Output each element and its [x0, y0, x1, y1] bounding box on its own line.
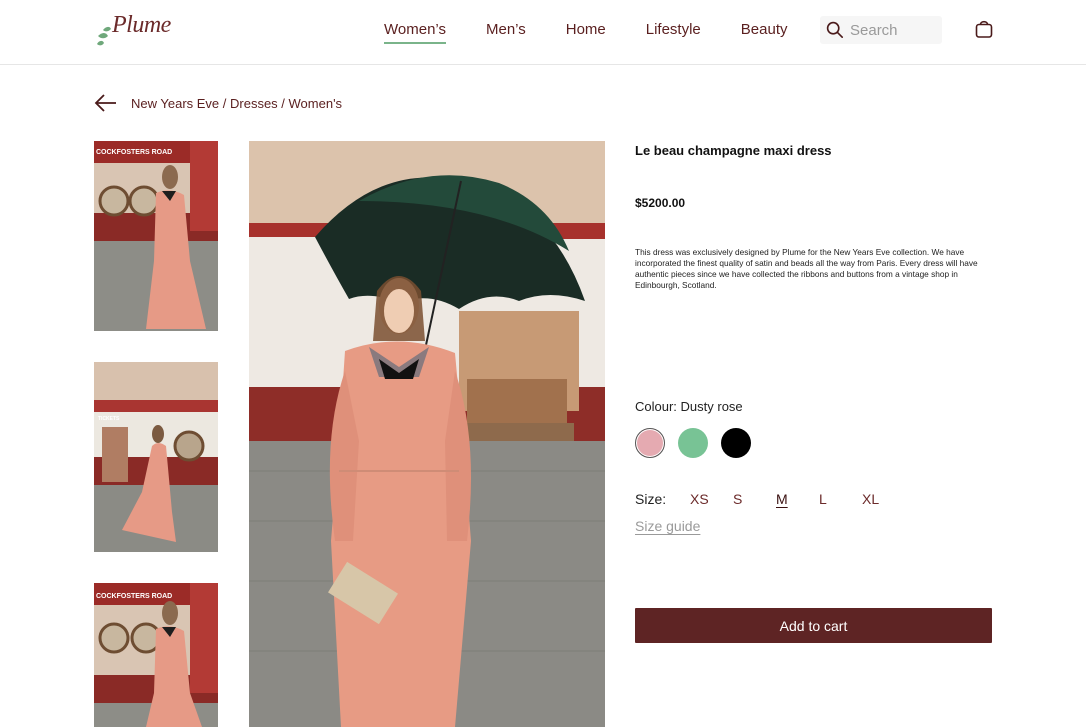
search-input[interactable]: [850, 21, 940, 39]
swatch-mint-green[interactable]: [678, 428, 708, 458]
product-title: Le beau champagne maxi dress: [635, 143, 832, 158]
thumbnail-2[interactable]: TICKETS: [94, 362, 218, 552]
add-to-cart-button[interactable]: Add to cart: [635, 608, 992, 643]
sign-text: COCKFOSTERS ROAD: [96, 593, 172, 600]
thumbnail-1[interactable]: COCKFOSTERS ROAD: [94, 141, 218, 331]
product-price: $5200.00: [635, 196, 686, 210]
size-label: Size:: [635, 491, 667, 507]
nav-item-home[interactable]: Home: [566, 21, 606, 44]
brand-name: Plume: [112, 12, 171, 38]
arrow-left-icon[interactable]: [94, 93, 118, 113]
nav-item-beauty[interactable]: Beauty: [741, 21, 788, 44]
size-option-xs[interactable]: XS: [690, 491, 733, 507]
size-option-l[interactable]: L: [819, 491, 862, 507]
leaf-icon: [94, 12, 116, 52]
swatch-black[interactable]: [721, 428, 751, 458]
breadcrumb-path[interactable]: New Years Eve / Dresses / Women's: [131, 96, 342, 111]
shopping-bag-icon[interactable]: [974, 19, 994, 39]
size-selector: Size: XS S M L XL: [635, 491, 905, 507]
search-icon[interactable]: [826, 21, 844, 39]
nav-item-mens[interactable]: Men’s: [486, 21, 526, 44]
colour-swatches: [635, 428, 764, 458]
search-box[interactable]: [820, 16, 942, 44]
thumbnail-3[interactable]: COCKFOSTERS ROAD: [94, 583, 218, 727]
site-header: Plume Women’s Men’s Home Lifestyle Beaut…: [0, 0, 1086, 65]
size-option-m[interactable]: M: [776, 491, 819, 507]
sign-text: TICKETS: [98, 416, 120, 422]
swatch-dusty-rose[interactable]: [635, 428, 665, 458]
nav-item-lifestyle[interactable]: Lifestyle: [646, 21, 701, 44]
size-guide-link[interactable]: Size guide: [635, 518, 700, 534]
size-option-s[interactable]: S: [733, 491, 776, 507]
nav-item-womens[interactable]: Women’s: [384, 21, 446, 44]
colour-label: Colour: Dusty rose: [635, 399, 743, 414]
sign-text: COCKFOSTERS ROAD: [96, 149, 172, 156]
product-description: This dress was exclusively designed by P…: [635, 247, 978, 290]
main-nav: Women’s Men’s Home Lifestyle Beauty: [384, 21, 787, 44]
breadcrumb: New Years Eve / Dresses / Women's: [94, 93, 342, 113]
main-product-image: [249, 141, 605, 727]
brand-logo[interactable]: Plume: [94, 12, 171, 52]
size-option-xl[interactable]: XL: [862, 491, 905, 507]
